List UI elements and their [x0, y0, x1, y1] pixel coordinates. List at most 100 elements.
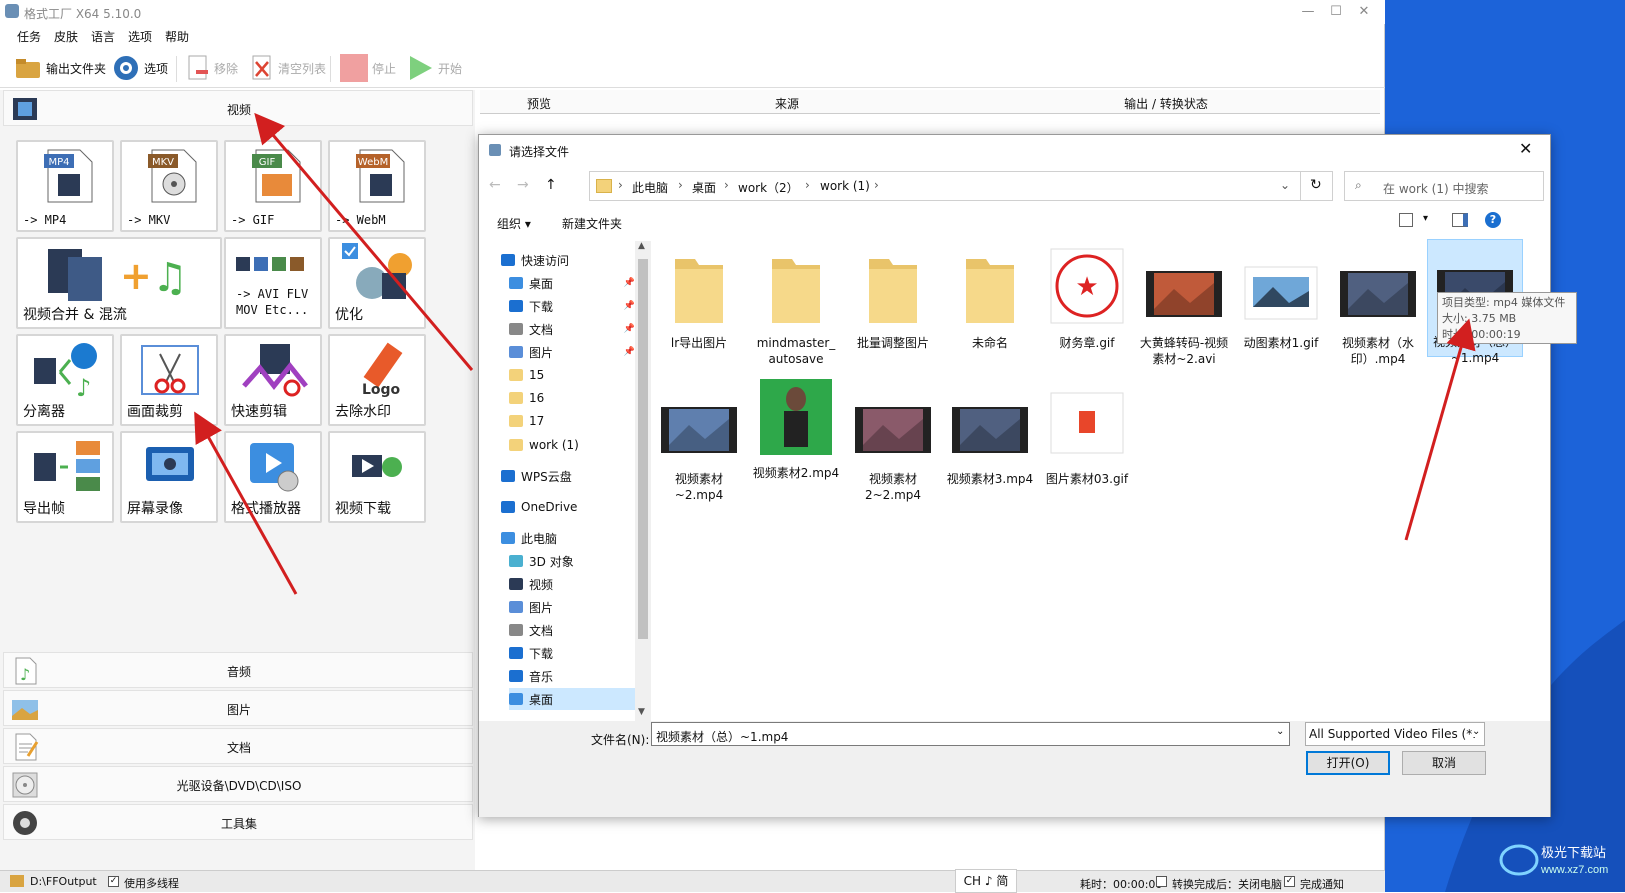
chevron-down-icon[interactable]: ⌄ [1276, 726, 1284, 737]
col-source[interactable]: 来源 [598, 95, 976, 112]
output-path[interactable]: D:\FFOutput [30, 875, 97, 888]
category-image[interactable]: 图片 [3, 690, 473, 726]
file-item[interactable]: 视频素材2.mp4 [748, 377, 844, 489]
file-item[interactable]: 视频素材2~2.mp4 [845, 377, 941, 502]
address-bar[interactable]: › 此电脑 › 桌面 › work（2） › work (1) › ⌄ [589, 171, 1301, 201]
file-type-select[interactable]: All Supported Video Files (*. ⌄ [1305, 722, 1485, 746]
start-button[interactable]: 开始 [406, 54, 462, 82]
file-item[interactable]: mindmaster_ autosave [748, 241, 844, 366]
col-preview[interactable]: 预览 [480, 95, 598, 112]
nav-item[interactable]: 桌面 [509, 688, 639, 710]
pin-icon[interactable]: 📌 [624, 301, 635, 311]
menu-options[interactable]: 选项 [128, 28, 152, 45]
nav-item[interactable]: 图片 📌 [509, 341, 639, 363]
breadcrumb-desktop[interactable]: 桌面 [692, 179, 716, 196]
pin-icon[interactable]: 📌 [624, 324, 635, 334]
multithread-checkbox[interactable]: ✓ [108, 876, 119, 887]
up-arrow-icon[interactable]: ↑ [545, 177, 557, 193]
nav-item[interactable]: 下载 📌 [509, 295, 639, 317]
preview-pane-icon[interactable] [1452, 213, 1468, 227]
category-document[interactable]: 文档 [3, 728, 473, 764]
notify-checkbox[interactable]: ✓ [1284, 876, 1295, 887]
file-item[interactable]: 视频素材~2.mp4 [651, 377, 747, 502]
category-disc[interactable]: 光驱设备\DVD\CD\ISO [3, 766, 473, 802]
view-dropdown-icon[interactable]: ▾ [1423, 213, 1428, 224]
tile-to-gif[interactable]: GIF -> GIF [224, 140, 322, 232]
clear-list-button[interactable]: 清空列表 [250, 54, 326, 82]
nav-scroll-thumb[interactable] [638, 259, 648, 639]
maximize-button[interactable]: ☐ [1322, 2, 1350, 22]
close-button[interactable]: ✕ [1350, 2, 1378, 22]
breadcrumb-work2[interactable]: work（2） [738, 179, 799, 196]
tile-player[interactable]: 格式播放器 [224, 431, 322, 523]
shutdown-checkbox[interactable] [1156, 876, 1167, 887]
dialog-close-button[interactable]: ✕ [1519, 139, 1532, 158]
nav-item[interactable]: 视频 [509, 573, 639, 595]
tile-screen-record[interactable]: 屏幕录像 [120, 431, 218, 523]
menu-language[interactable]: 语言 [91, 28, 115, 45]
nav-item[interactable]: work (1) [509, 434, 639, 456]
stop-button[interactable]: 停止 [340, 54, 396, 82]
nav-scrollbar[interactable]: ▲ ▼ [635, 241, 651, 731]
options-button[interactable]: 选项 [112, 54, 168, 82]
tile-splitter[interactable]: ♪ 分离器 [16, 334, 114, 426]
tile-to-avi[interactable]: -> AVI FLV MOV Etc... [224, 237, 322, 329]
nav-item[interactable]: 此电脑 [501, 527, 631, 549]
nav-item[interactable]: 文档 📌 [509, 318, 639, 340]
file-item[interactable]: 批量调整图片 [845, 241, 941, 353]
nav-item[interactable]: 图片 [509, 596, 639, 618]
category-audio[interactable]: ♪ 音频 [3, 652, 473, 688]
nav-item[interactable]: 3D 对象 [509, 550, 639, 572]
back-arrow-icon[interactable]: ← [489, 177, 501, 193]
nav-item[interactable]: OneDrive [501, 496, 631, 518]
cancel-button[interactable]: 取消 [1402, 751, 1486, 775]
pin-icon[interactable]: 📌 [624, 278, 635, 288]
file-item[interactable]: 视频素材（水印）.mp4 [1330, 241, 1426, 366]
file-item[interactable]: 动图素材1.gif [1233, 241, 1329, 353]
chevron-down-icon[interactable]: ⌄ [1280, 178, 1290, 192]
pin-icon[interactable]: 📌 [624, 347, 635, 357]
file-item[interactable]: 未命名 [942, 241, 1038, 353]
help-icon[interactable]: ? [1485, 212, 1501, 228]
view-icon[interactable] [1399, 213, 1413, 227]
menu-help[interactable]: 帮助 [165, 28, 189, 45]
search-box[interactable]: ⌕ 在 work (1) 中搜索 [1344, 171, 1544, 201]
tile-crop[interactable]: 画面裁剪 [120, 334, 218, 426]
remove-button[interactable]: 移除 [186, 54, 238, 82]
tile-export-frames[interactable]: 导出帧 [16, 431, 114, 523]
nav-item[interactable]: 下载 [509, 642, 639, 664]
tile-optimize[interactable]: 优化 [328, 237, 426, 329]
col-status[interactable]: 输出 / 转换状态 [976, 95, 1356, 112]
tile-to-mp4[interactable]: MP4 -> MP4 [16, 140, 114, 232]
nav-item[interactable]: 桌面 📌 [509, 272, 639, 294]
nav-item[interactable]: 16 [509, 387, 639, 409]
nav-item[interactable]: 15 [509, 364, 639, 386]
organize-button[interactable]: 组织 ▾ [497, 215, 531, 232]
tile-merge[interactable]: + ♫ 视频合并 & 混流 [16, 237, 222, 329]
breadcrumb-work1[interactable]: work (1) [820, 179, 870, 193]
tile-to-mkv[interactable]: MKV -> MKV [120, 140, 218, 232]
file-item[interactable]: 大黄蜂转码-视频素材~2.avi [1136, 241, 1232, 366]
category-tools[interactable]: 工具集 [3, 804, 473, 840]
ime-indicator[interactable]: CH ♪ 简 [955, 869, 1017, 893]
tile-to-webm[interactable]: WebM -> WebM [328, 140, 426, 232]
new-folder-button[interactable]: 新建文件夹 [562, 215, 622, 232]
nav-item[interactable]: 快速访问 [501, 249, 631, 271]
minimize-button[interactable]: — [1294, 2, 1322, 22]
tile-quick-edit[interactable]: 快速剪辑 [224, 334, 322, 426]
nav-item[interactable]: 音乐 [509, 665, 639, 687]
breadcrumb-this-pc[interactable]: 此电脑 [632, 179, 668, 196]
file-item[interactable]: ★ 财务章.gif [1039, 241, 1135, 353]
nav-item[interactable]: WPS云盘 [501, 465, 631, 487]
menu-task[interactable]: 任务 [17, 28, 41, 45]
file-item[interactable]: 视频素材3.mp4 [942, 377, 1038, 489]
tile-video-download[interactable]: 视频下载 [328, 431, 426, 523]
nav-item[interactable]: 17 [509, 410, 639, 432]
refresh-button[interactable]: ↻ [1301, 171, 1333, 201]
file-item[interactable]: lr导出图片 [651, 241, 747, 353]
category-video[interactable]: 视频 [3, 90, 473, 126]
filename-input[interactable]: 视频素材（总）~1.mp4 ⌄ [651, 722, 1290, 746]
open-button[interactable]: 打开(O) [1306, 751, 1390, 775]
menu-skin[interactable]: 皮肤 [54, 28, 78, 45]
output-folder-button[interactable]: 输出文件夹 [14, 54, 106, 82]
